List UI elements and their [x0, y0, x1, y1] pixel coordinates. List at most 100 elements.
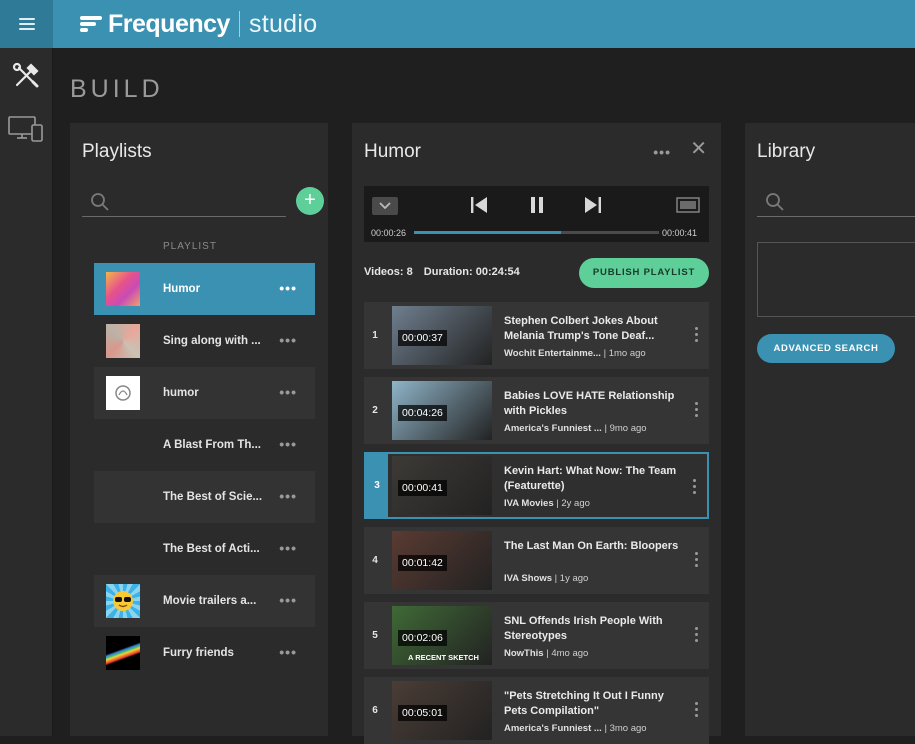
playlists-panel: Playlists + PLAYLIST Humor ••• Sing alon… [70, 123, 328, 736]
video-row[interactable]: 2 00:04:26 Babies LOVE HATE Relationship w… [364, 377, 709, 444]
videos-count: Videos: 8 [364, 266, 413, 278]
playlist-item[interactable]: The Best of Scie... ••• [94, 471, 315, 523]
library-filter-box[interactable] [757, 242, 915, 317]
video-caption: A RECENT SKETCH [408, 653, 479, 662]
video-row[interactable]: 1 00:00:37 Stephen Colbert Jokes About Mel… [364, 302, 709, 369]
video-more-icon[interactable] [695, 702, 699, 717]
progress-fill [414, 231, 561, 234]
left-rail [0, 48, 53, 736]
video-number: 1 [372, 330, 378, 341]
playlist-label: Furry friends [163, 647, 234, 659]
video-meta: America's Funniest ... | 3mo ago [504, 723, 647, 734]
playlist-item[interactable]: The Best of Acti... ••• [94, 523, 315, 575]
video-row[interactable]: 3 00:00:41 Kevin Hart: What Now: The Team … [364, 452, 709, 519]
video-number: 5 [372, 630, 378, 641]
playlist-label: The Best of Scie... [163, 491, 263, 503]
player-dropdown-button[interactable] [372, 197, 398, 215]
library-search-input[interactable] [757, 187, 915, 217]
video-number: 6 [372, 705, 378, 716]
advanced-search-button[interactable]: ADVANCED SEARCH [757, 334, 895, 363]
playlist-label: A Blast From Th... [163, 439, 261, 451]
playlist-editor-more-icon[interactable]: ••• [653, 145, 671, 159]
chevron-down-icon [379, 202, 391, 210]
meta-separator: | [552, 573, 560, 584]
playlist-item[interactable]: Furry friends ••• [94, 627, 315, 679]
playlist-item[interactable]: Sing along with ... ••• [94, 315, 315, 367]
pause-icon[interactable] [528, 196, 546, 214]
next-icon[interactable] [584, 196, 602, 214]
library-title: Library [757, 141, 816, 162]
playlist-more-icon[interactable]: ••• [279, 593, 297, 607]
playlist-more-icon[interactable]: ••• [279, 333, 297, 347]
video-title: Babies LOVE HATE Relationship with Pickl… [504, 390, 675, 417]
video-age: 4mo ago [551, 648, 589, 659]
progress-bar[interactable] [414, 231, 659, 234]
devices-nav-button[interactable] [6, 110, 46, 146]
video-thumbnail: 00:00:41 [392, 456, 492, 515]
playlist-item[interactable]: Humor ••• [94, 263, 315, 315]
video-row[interactable]: 5 00:02:06 A RECENT SKETCH SNL Offends Iris… [364, 602, 709, 669]
playlist-label: humor [163, 387, 199, 399]
playlist-thumbnail [106, 376, 140, 410]
video-more-icon[interactable] [695, 327, 699, 342]
video-source: IVA Shows [504, 573, 553, 584]
devices-icon [8, 116, 43, 142]
video-age: 1y ago [559, 573, 589, 584]
playlist-search-input[interactable] [82, 187, 286, 217]
current-time: 00:00:26 [371, 228, 407, 238]
playlist-more-icon[interactable]: ••• [279, 437, 297, 451]
video-row[interactable]: 6 00:05:01 "Pets Stretching It Out I Funny… [364, 677, 709, 744]
playlist-thumbnail [106, 428, 140, 462]
hamburger-icon [18, 18, 35, 30]
video-player: 00:00:26 00:00:41 [364, 186, 709, 242]
playlist-editor-panel: Humor ••• ✕ 00:00:26 00:00:41 Videos: 8 … [352, 123, 721, 744]
playlist-thumbnail [106, 584, 140, 618]
playlist-item[interactable]: humor ••• [94, 367, 315, 419]
playlist-item[interactable]: Movie trailers a... ••• [94, 575, 315, 627]
video-thumbnail: 00:05:01 [392, 681, 492, 740]
video-title: The Last Man On Earth: Bloopers [504, 540, 679, 552]
video-number: 2 [372, 405, 378, 416]
playlist-more-icon[interactable]: ••• [279, 489, 297, 503]
close-icon[interactable]: ✕ [690, 139, 707, 159]
video-duration: 00:05:01 [398, 705, 447, 721]
video-duration: 00:01:42 [398, 555, 447, 571]
previous-icon[interactable] [470, 196, 488, 214]
video-more-icon[interactable] [695, 402, 699, 417]
menu-button[interactable] [0, 0, 53, 48]
playlists-title: Playlists [82, 141, 152, 162]
playlist-thumbnail [106, 532, 140, 566]
video-source: America's Funniest ... [504, 423, 602, 434]
playlist-more-icon[interactable]: ••• [279, 385, 297, 399]
playlist-label: Movie trailers a... [163, 595, 257, 607]
playlist-more-icon[interactable]: ••• [279, 645, 297, 659]
video-more-icon[interactable] [695, 627, 699, 642]
video-duration: 00:04:26 [398, 405, 447, 421]
tools-icon [12, 62, 39, 88]
publish-playlist-button[interactable]: PUBLISH PLAYLIST [579, 258, 709, 288]
sunglasses-emoji-icon [113, 591, 133, 611]
video-age: 9mo ago [609, 423, 647, 434]
playlist-more-icon[interactable]: ••• [279, 281, 297, 295]
video-source: IVA Movies [504, 498, 554, 509]
playlist-more-icon[interactable]: ••• [279, 541, 297, 555]
video-more-icon[interactable] [695, 552, 699, 567]
video-title: Kevin Hart: What Now: The Team (Featuret… [504, 465, 677, 492]
playlist-column-header: PLAYLIST [163, 241, 217, 252]
video-age: 3mo ago [609, 723, 647, 734]
playlist-item[interactable]: A Blast From Th... ••• [94, 419, 315, 471]
brand-name: Frequency [108, 9, 230, 38]
build-nav-button[interactable] [6, 58, 46, 94]
playlist-thumbnail [106, 272, 140, 306]
video-row[interactable]: 4 00:01:42 The Last Man On Earth: Bloopers… [364, 527, 709, 594]
video-duration: 00:00:37 [398, 330, 447, 346]
add-playlist-button[interactable]: + [296, 187, 324, 215]
playlist-thumbnail [106, 636, 140, 670]
video-source: NowThis [504, 648, 544, 659]
fullscreen-icon[interactable] [676, 197, 700, 213]
video-more-icon[interactable] [693, 479, 697, 494]
video-duration: 00:02:06 [398, 630, 447, 646]
playlist-label: Sing along with ... [163, 335, 261, 347]
brand-logo[interactable]: Frequency studio [80, 6, 317, 42]
video-meta: America's Funniest ... | 9mo ago [504, 423, 647, 434]
